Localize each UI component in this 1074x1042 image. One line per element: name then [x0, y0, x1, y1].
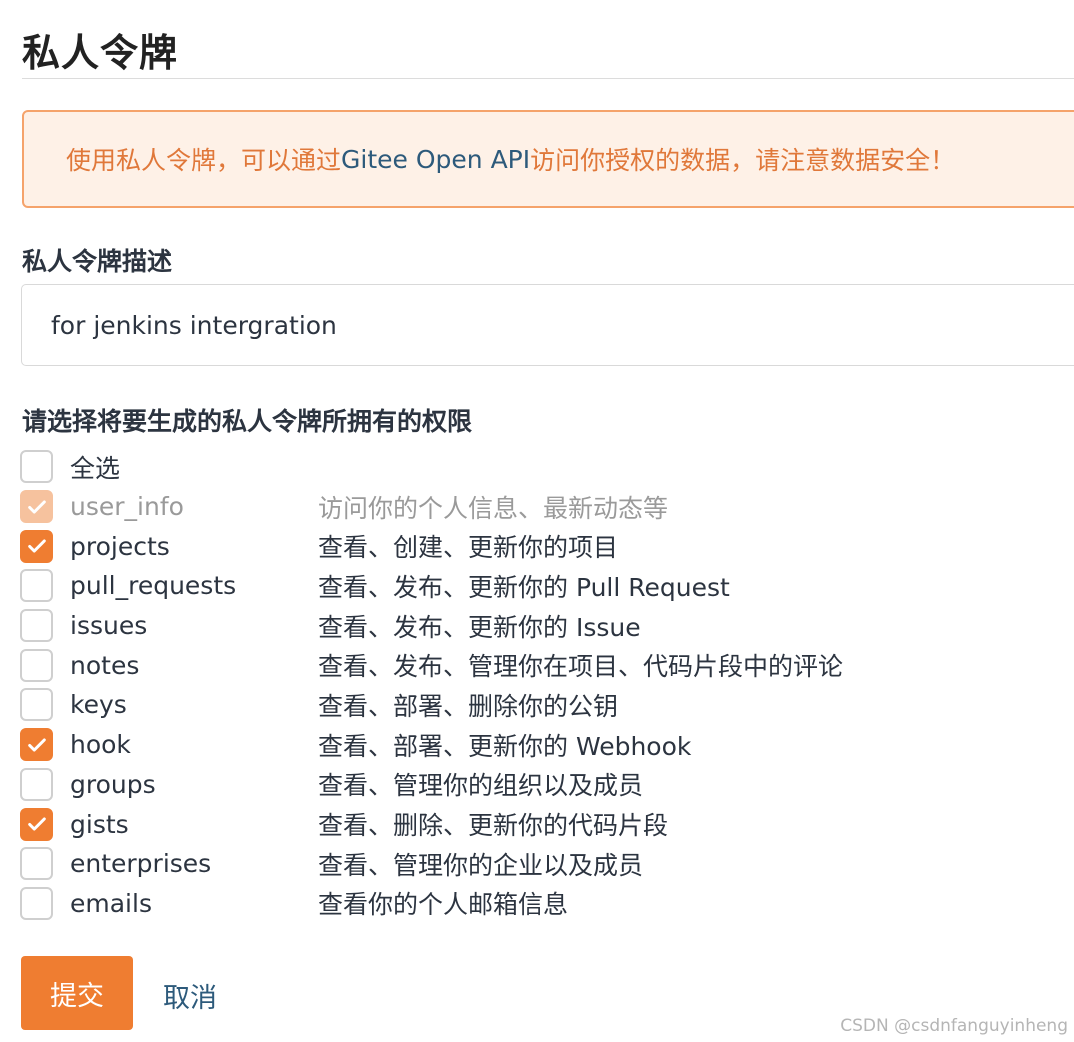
security-notice: 使用私人令牌，可以通过 Gitee Open API 访问你授权的数据，请注意数…: [22, 110, 1074, 208]
permission-checkbox-projects[interactable]: [20, 529, 53, 563]
select-all-checkbox[interactable]: [20, 450, 53, 484]
permission-checkbox-user_info: [20, 490, 53, 524]
permission-description: 访问你的个人信息、最新动态等: [318, 493, 669, 523]
permission-checkbox-notes[interactable]: [20, 648, 53, 682]
cancel-link[interactable]: 取消: [163, 976, 217, 1015]
check-icon: [27, 500, 46, 514]
check-icon: [27, 817, 46, 831]
permission-list: 全选 user_info 访问你的个人信息、最新动态等 projects 查看、创建、…: [20, 447, 1060, 923]
permission-row-gists[interactable]: gists 查看、删除、更新你的代码片段: [20, 804, 1060, 844]
token-description-label: 私人令牌描述: [22, 247, 173, 276]
permission-description: 查看你的个人邮箱信息: [318, 890, 569, 920]
permission-name: keys: [70, 690, 127, 720]
notice-api-name: Gitee Open API: [341, 144, 531, 174]
permission-description: 查看、管理你的组织以及成员: [318, 771, 644, 801]
permission-name: notes: [70, 650, 140, 680]
permission-checkbox-emails[interactable]: [20, 886, 53, 920]
page-title: 私人令牌: [22, 31, 179, 75]
watermark: CSDN @csdnfanguyinheng: [840, 1016, 1068, 1036]
permission-description: 查看、发布、更新你的 Issue: [318, 612, 641, 642]
notice-prefix: 使用私人令牌，可以通过: [66, 146, 342, 175]
permission-description: 查看、创建、更新你的项目: [318, 533, 619, 563]
permission-name: issues: [70, 611, 148, 641]
select-all-label: 全选: [70, 453, 121, 483]
permission-description: 查看、部署、更新你的 Webhook: [318, 731, 692, 761]
permission-row-enterprises[interactable]: enterprises 查看、管理你的企业以及成员: [20, 844, 1060, 884]
permission-checkbox-hook[interactable]: [20, 728, 53, 762]
permission-checkbox-issues[interactable]: [20, 609, 53, 643]
permission-name: user_info: [70, 492, 184, 522]
permission-row-emails[interactable]: emails 查看你的个人邮箱信息: [20, 884, 1060, 924]
permission-row-projects[interactable]: projects 查看、创建、更新你的项目: [20, 526, 1060, 566]
check-icon: [27, 539, 46, 553]
permission-name: emails: [70, 888, 152, 918]
permission-checkbox-enterprises[interactable]: [20, 847, 53, 881]
permission-name: pull_requests: [70, 571, 237, 601]
permission-description: 查看、发布、管理你在项目、代码片段中的评论: [318, 652, 844, 682]
permission-row-notes[interactable]: notes 查看、发布、管理你在项目、代码片段中的评论: [20, 645, 1060, 685]
title-divider: [22, 78, 1074, 79]
permission-description: 查看、部署、删除你的公钥: [318, 691, 619, 721]
permission-name: enterprises: [70, 849, 212, 879]
permission-checkbox-keys[interactable]: [20, 688, 53, 722]
permission-name: groups: [70, 769, 156, 799]
check-icon: [27, 738, 46, 752]
permissions-label: 请选择将要生成的私人令牌所拥有的权限: [22, 407, 473, 436]
permission-row-issues[interactable]: issues 查看、发布、更新你的 Issue: [20, 606, 1060, 646]
permission-checkbox-gists[interactable]: [20, 807, 53, 841]
permission-name: projects: [70, 531, 170, 561]
permission-row-user_info: user_info 访问你的个人信息、最新动态等: [20, 487, 1060, 527]
select-all-row[interactable]: 全选: [20, 447, 1060, 487]
permission-description: 查看、发布、更新你的 Pull Request: [318, 572, 730, 602]
token-description-input[interactable]: [21, 284, 1074, 366]
permission-row-hook[interactable]: hook 查看、部署、更新你的 Webhook: [20, 725, 1060, 765]
permission-description: 查看、删除、更新你的代码片段: [318, 811, 669, 841]
permission-name: hook: [70, 730, 131, 760]
submit-button[interactable]: 提交: [21, 956, 133, 1030]
permission-name: gists: [70, 809, 129, 839]
permission-description: 查看、管理你的企业以及成员: [318, 850, 644, 880]
permission-checkbox-pull_requests[interactable]: [20, 569, 53, 603]
permission-checkbox-groups[interactable]: [20, 767, 53, 801]
permission-row-groups[interactable]: groups 查看、管理你的组织以及成员: [20, 765, 1060, 805]
permission-row-keys[interactable]: keys 查看、部署、删除你的公钥: [20, 685, 1060, 725]
notice-suffix: 访问你授权的数据，请注意数据安全！: [530, 146, 956, 175]
permission-row-pull_requests[interactable]: pull_requests 查看、发布、更新你的 Pull Request: [20, 566, 1060, 606]
